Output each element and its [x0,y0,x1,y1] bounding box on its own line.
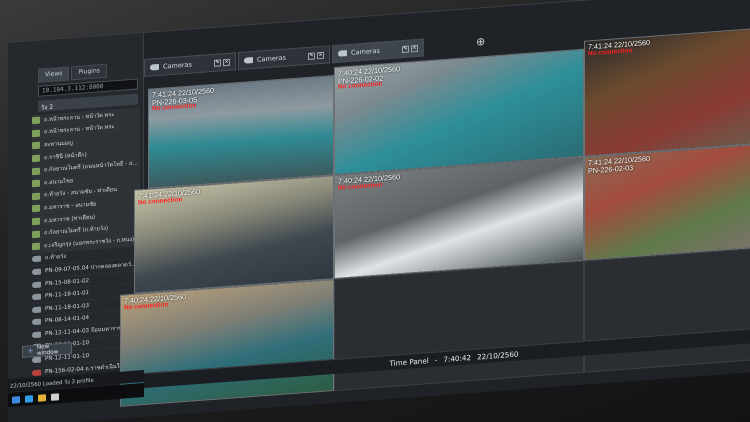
camera-tile[interactable]: 7:40:24 22/10/2560 No connection [120,279,334,407]
camera-icon [32,281,41,288]
tab-label: Cameras [163,60,192,71]
empty-slot[interactable] [584,248,750,373]
tree-item-label: ถ.มหาราช - สนามชัย [44,201,97,212]
camera-icon [32,331,41,339]
time-panel-label: Time Panel [389,355,429,368]
folder-icon [32,179,40,188]
camera-icon [32,306,41,313]
tree-item-label: ถ.ราชินี (หน้าตึก) [44,151,87,161]
camera-icon [338,50,347,57]
camera-icon [32,268,41,276]
tree-item-label: PN-11-18-01-03 [45,302,90,312]
tab-cameras-2[interactable]: Cameras ✎ × [238,45,330,71]
edit-icon[interactable]: ✎ [214,58,221,67]
empty-slot[interactable] [334,260,584,392]
folder-icon [32,217,40,226]
tree-item-label: PN-11-18-01-01 [45,290,90,300]
camera-icon [32,369,41,376]
tree-item-label: PN-15-08-01-02 [45,277,90,287]
edit-icon[interactable]: ✎ [308,51,315,60]
folder-icon [32,129,40,138]
close-icon[interactable]: × [317,51,324,59]
camera-icon [244,57,253,64]
add-tab-icon[interactable]: ⊕ [476,35,485,55]
camera-icon [32,356,41,364]
folder-icon [32,142,40,150]
folder-icon [32,230,40,238]
app-icon[interactable] [51,392,59,401]
app-window: Views Plugins 10.104.3.112:8000 วัง 2 ถ.… [8,0,750,422]
browser-icon[interactable] [25,394,33,403]
windows-start-icon[interactable] [12,395,20,404]
camera-icon [32,293,41,301]
tab-label: Cameras [257,53,286,64]
folder-icon [32,116,40,125]
tree-item-label: ถ.สนามไชย [44,177,74,187]
edit-icon[interactable]: ✎ [402,45,409,53]
close-icon[interactable]: × [411,44,418,52]
folder-icon[interactable] [38,393,46,402]
folder-icon [32,242,40,251]
folder-icon [32,167,40,175]
tab-cameras-1[interactable]: Cameras ✎ × [144,52,236,78]
tab-cameras-3[interactable]: Cameras ✎ × [332,38,424,64]
tab-plugins[interactable]: Plugins [71,63,107,81]
folder-icon [32,192,40,201]
camera-tile[interactable]: 7:40:24 22/10/2560 No connection [334,156,584,280]
close-icon[interactable]: × [223,58,230,66]
tab-views[interactable]: Views [38,66,70,83]
tab-label: Cameras [351,46,380,57]
camera-tile[interactable]: 7:41:24 22/10/2560 PN-226-03-05 No conne… [148,75,334,189]
camera-tile[interactable]: 7:41:24 22/10/2560 No connection [134,175,334,294]
folder-icon [32,154,40,163]
tree-item-label: ถ.ท้ายวัง [45,254,67,262]
separator: - [434,354,438,365]
time-panel-date: 22/10/2560 [477,349,519,362]
tree-item-label: ถ.มหาราช (ท่าเตียน) [44,214,96,224]
camera-grid: 7:41:24 22/10/2560 PN-226-03-05 No conne… [120,28,750,407]
tree-item-label: สะพานมอญ [44,140,73,149]
tree-item-label: PN-08-14-01-04 [45,315,90,325]
camera-icon [32,318,41,326]
plus-icon: ＋ [27,347,34,356]
camera-tile[interactable]: 7:41:24 22/10/2560 PN-226-02-03 [584,144,750,261]
folder-icon [32,205,40,213]
camera-tile[interactable]: 7:41:24 22/10/2560 No connection [584,28,750,157]
camera-tile[interactable]: 7:40:24 22/10/2560 PN-226-02-02 No conne… [334,48,584,176]
camera-icon [32,255,41,263]
new-window-label: New window [37,343,59,357]
camera-icon [150,63,159,71]
time-panel-time: 7:40:42 [443,352,472,364]
